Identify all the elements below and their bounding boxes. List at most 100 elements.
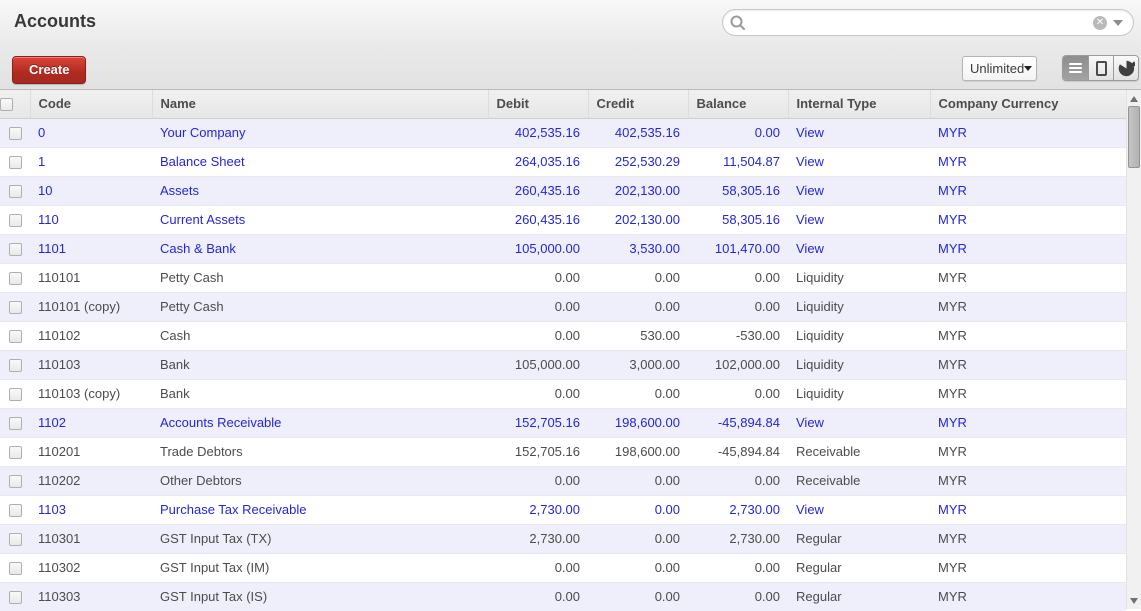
cell-debit[interactable]: 260,435.16 <box>488 175 588 205</box>
table-row[interactable]: 110103 Bank 105,000.00 3,000.00 102,000.… <box>0 349 1126 379</box>
row-checkbox[interactable] <box>8 156 22 170</box>
cell-currency[interactable]: MYR <box>930 233 1126 263</box>
cell-currency[interactable]: MYR <box>930 349 1126 379</box>
cell-currency[interactable]: MYR <box>930 117 1126 147</box>
cell-internal-type[interactable]: View <box>788 204 930 234</box>
cell-internal-type[interactable]: Liquidity <box>788 262 930 292</box>
column-header-debit[interactable]: Debit <box>488 90 589 119</box>
cell-name[interactable]: Purchase Tax Receivable <box>152 494 488 524</box>
table-row[interactable]: 0 Your Company 402,535.16 402,535.16 0.0… <box>0 117 1126 147</box>
cell-code[interactable]: 1103 <box>30 494 152 524</box>
cell-balance[interactable]: -530.00 <box>688 320 788 350</box>
cell-name[interactable]: Cash & Bank <box>152 233 488 263</box>
cell-currency[interactable]: MYR <box>930 552 1126 582</box>
cell-name[interactable]: GST Input Tax (IS) <box>152 581 488 611</box>
table-row[interactable]: 110303 GST Input Tax (IS) 0.00 0.00 0.00… <box>0 581 1126 611</box>
cell-credit[interactable]: 0.00 <box>588 552 688 582</box>
cell-currency[interactable]: MYR <box>930 581 1126 611</box>
row-checkbox[interactable] <box>8 272 22 286</box>
select-all-checkbox[interactable] <box>0 98 13 112</box>
cell-debit[interactable]: 0.00 <box>488 552 588 582</box>
table-row[interactable]: 110101 Petty Cash 0.00 0.00 0.00 Liquidi… <box>0 262 1126 292</box>
cell-balance[interactable]: 101,470.00 <box>688 233 788 263</box>
cell-code[interactable]: 1102 <box>30 407 152 437</box>
cell-name[interactable]: Balance Sheet <box>152 146 488 176</box>
cell-internal-type[interactable]: View <box>788 233 930 263</box>
cell-currency[interactable]: MYR <box>930 407 1126 437</box>
search-box[interactable]: ✕ <box>722 9 1134 36</box>
cell-debit[interactable]: 260,435.16 <box>488 204 588 234</box>
table-row[interactable]: 110 Current Assets 260,435.16 202,130.00… <box>0 204 1126 234</box>
cell-code[interactable]: 110 <box>30 204 152 234</box>
row-checkbox[interactable] <box>8 446 22 460</box>
table-row[interactable]: 110202 Other Debtors 0.00 0.00 0.00 Rece… <box>0 465 1126 495</box>
cell-name[interactable]: Bank <box>152 349 488 379</box>
cell-currency[interactable]: MYR <box>930 436 1126 466</box>
cell-code[interactable]: 10 <box>30 175 152 205</box>
cell-internal-type[interactable]: Liquidity <box>788 320 930 350</box>
cell-internal-type[interactable]: View <box>788 146 930 176</box>
cell-code[interactable]: 1 <box>30 146 152 176</box>
clear-search-icon[interactable]: ✕ <box>1093 15 1107 30</box>
cell-credit[interactable]: 198,600.00 <box>588 407 688 437</box>
cell-name[interactable]: Petty Cash <box>152 291 488 321</box>
cell-debit[interactable]: 402,535.16 <box>488 117 588 147</box>
cell-code[interactable]: 110301 <box>30 523 152 553</box>
cell-balance[interactable]: 2,730.00 <box>688 523 788 553</box>
cell-credit[interactable]: 252,530.29 <box>588 146 688 176</box>
cell-internal-type[interactable]: Regular <box>788 552 930 582</box>
cell-code[interactable]: 110101 <box>30 262 152 292</box>
cell-name[interactable]: Cash <box>152 320 488 350</box>
cell-debit[interactable]: 152,705.16 <box>488 436 588 466</box>
column-header-credit[interactable]: Credit <box>588 90 689 119</box>
row-checkbox[interactable] <box>8 214 22 228</box>
table-row[interactable]: 110301 GST Input Tax (TX) 2,730.00 0.00 … <box>0 523 1126 553</box>
cell-credit[interactable]: 0.00 <box>588 581 688 611</box>
row-checkbox[interactable] <box>8 301 22 315</box>
row-checkbox[interactable] <box>8 475 22 489</box>
cell-debit[interactable]: 0.00 <box>488 581 588 611</box>
cell-debit[interactable]: 0.00 <box>488 378 588 408</box>
cell-debit[interactable]: 0.00 <box>488 262 588 292</box>
cell-name[interactable]: GST Input Tax (IM) <box>152 552 488 582</box>
cell-currency[interactable]: MYR <box>930 494 1126 524</box>
cell-credit[interactable]: 0.00 <box>588 523 688 553</box>
cell-debit[interactable]: 105,000.00 <box>488 233 588 263</box>
cell-currency[interactable]: MYR <box>930 262 1126 292</box>
cell-internal-type[interactable]: Liquidity <box>788 291 930 321</box>
column-header-code[interactable]: Code <box>30 90 153 119</box>
cell-debit[interactable]: 152,705.16 <box>488 407 588 437</box>
cell-code[interactable]: 110303 <box>30 581 152 611</box>
cell-code[interactable]: 110102 <box>30 320 152 350</box>
cell-credit[interactable]: 202,130.00 <box>588 175 688 205</box>
column-header-internal-type[interactable]: Internal Type <box>788 90 931 119</box>
column-header-company-currency[interactable]: Company Currency <box>930 90 1126 119</box>
cell-name[interactable]: Trade Debtors <box>152 436 488 466</box>
cell-currency[interactable]: MYR <box>930 465 1126 495</box>
cell-internal-type[interactable]: View <box>788 494 930 524</box>
row-checkbox[interactable] <box>8 504 22 518</box>
row-checkbox[interactable] <box>8 417 22 431</box>
row-checkbox[interactable] <box>8 330 22 344</box>
row-checkbox[interactable] <box>8 243 22 257</box>
cell-credit[interactable]: 0.00 <box>588 291 688 321</box>
cell-balance[interactable]: 0.00 <box>688 262 788 292</box>
table-row[interactable]: 1102 Accounts Receivable 152,705.16 198,… <box>0 407 1126 437</box>
cell-credit[interactable]: 0.00 <box>588 465 688 495</box>
cell-name[interactable]: Assets <box>152 175 488 205</box>
cell-internal-type[interactable]: Liquidity <box>788 349 930 379</box>
table-row[interactable]: 1101 Cash & Bank 105,000.00 3,530.00 101… <box>0 233 1126 263</box>
pager-limit-select[interactable]: Unlimited <box>962 56 1037 81</box>
cell-credit[interactable]: 202,130.00 <box>588 204 688 234</box>
table-row[interactable]: 110102 Cash 0.00 530.00 -530.00 Liquidit… <box>0 320 1126 350</box>
cell-code[interactable]: 1101 <box>30 233 152 263</box>
cell-internal-type[interactable]: Receivable <box>788 436 930 466</box>
cell-code[interactable]: 0 <box>30 117 152 147</box>
row-checkbox[interactable] <box>8 127 22 141</box>
table-row[interactable]: 110201 Trade Debtors 152,705.16 198,600.… <box>0 436 1126 466</box>
cell-name[interactable]: Accounts Receivable <box>152 407 488 437</box>
cell-internal-type[interactable]: View <box>788 117 930 147</box>
row-checkbox[interactable] <box>8 388 22 402</box>
cell-debit[interactable]: 2,730.00 <box>488 494 588 524</box>
cell-name[interactable]: Other Debtors <box>152 465 488 495</box>
